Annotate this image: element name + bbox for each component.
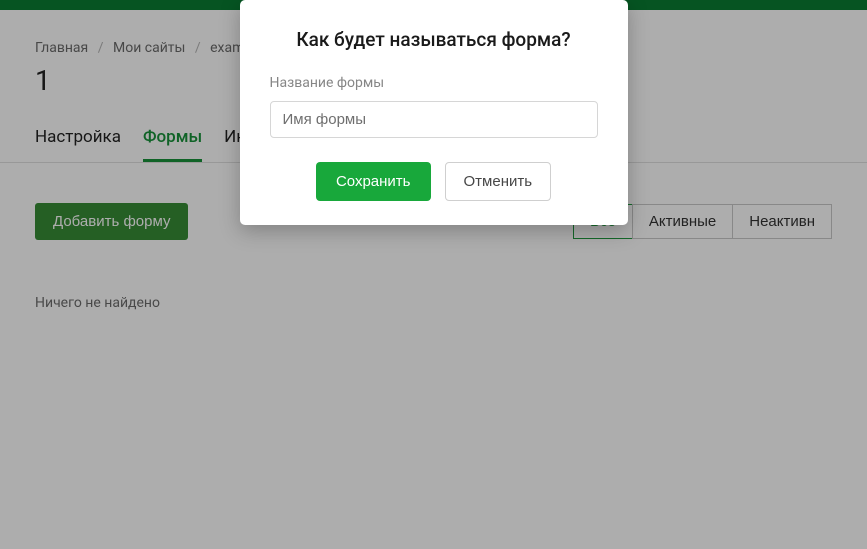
modal-actions: Сохранить Отменить <box>270 162 598 201</box>
save-button[interactable]: Сохранить <box>316 162 431 201</box>
form-name-label: Название формы <box>270 75 598 91</box>
form-name-input[interactable] <box>270 101 598 138</box>
cancel-button[interactable]: Отменить <box>445 162 552 201</box>
modal-overlay[interactable]: Как будет называться форма? Название фор… <box>0 0 867 549</box>
modal-title: Как будет называться форма? <box>270 28 598 51</box>
form-name-modal: Как будет называться форма? Название фор… <box>240 0 628 225</box>
